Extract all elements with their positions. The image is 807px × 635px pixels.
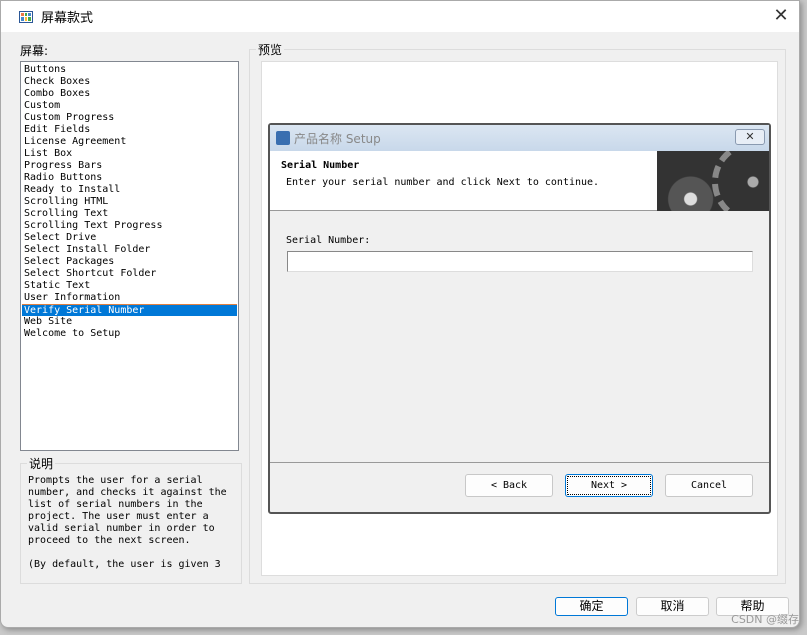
screens-listbox[interactable]: Buttons Check Boxes Combo Boxes Custom Custo… xyxy=(20,61,239,451)
close-icon[interactable]: ✕ xyxy=(769,5,793,27)
gears-image xyxy=(657,151,769,211)
divider xyxy=(270,462,769,463)
back-button[interactable]: < Back xyxy=(465,474,553,497)
list-item[interactable]: Welcome to Setup xyxy=(22,328,237,340)
title-bar: 屏幕款式 ✕ xyxy=(1,1,799,32)
setup-title: 产品名称 Setup xyxy=(294,131,381,146)
setup-title-bar: 产品名称 Setup ✕ xyxy=(270,125,769,151)
list-item[interactable]: Verify Serial Number xyxy=(22,304,237,316)
serial-number-input[interactable] xyxy=(287,251,753,272)
list-item[interactable]: User Information xyxy=(22,292,237,304)
list-item[interactable]: Custom Progress xyxy=(22,112,237,124)
setup-subheading: Enter your serial number and click Next … xyxy=(286,177,600,188)
list-item[interactable]: Web Site xyxy=(22,316,237,328)
list-item[interactable]: Scrolling HTML xyxy=(22,196,237,208)
setup-close-button[interactable]: ✕ xyxy=(735,129,765,145)
list-item[interactable]: License Agreement xyxy=(22,136,237,148)
setup-banner: Serial Number Enter your serial number a… xyxy=(270,151,769,211)
setup-heading: Serial Number xyxy=(281,160,360,171)
serial-number-label: Serial Number: xyxy=(286,235,371,246)
screen-style-dialog: 屏幕款式 ✕ 屏幕: Buttons Check Boxes Combo Boxes… xyxy=(0,0,800,628)
list-item[interactable]: List Box xyxy=(22,148,237,160)
list-item[interactable]: Select Shortcut Folder xyxy=(22,268,237,280)
list-item[interactable]: Combo Boxes xyxy=(22,88,237,100)
list-item[interactable]: Ready to Install xyxy=(22,184,237,196)
list-item[interactable]: Check Boxes xyxy=(22,76,237,88)
list-item[interactable]: Radio Buttons xyxy=(22,172,237,184)
description-text: Prompts the user for a serial number, an… xyxy=(28,475,227,570)
list-item[interactable]: Select Install Folder xyxy=(22,244,237,256)
setup-icon xyxy=(276,131,290,145)
list-item[interactable]: Static Text xyxy=(22,280,237,292)
list-item[interactable]: Select Packages xyxy=(22,256,237,268)
list-item[interactable]: Select Drive xyxy=(22,232,237,244)
list-item[interactable]: Scrolling Text xyxy=(22,208,237,220)
list-item[interactable]: Buttons xyxy=(22,64,237,76)
list-item[interactable]: Scrolling Text Progress xyxy=(22,220,237,232)
cancel-button[interactable]: 取消 xyxy=(636,597,709,616)
setup-preview-dialog: 产品名称 Setup ✕ Serial Number Enter your se… xyxy=(268,123,771,514)
window-title: 屏幕款式 xyxy=(41,11,94,26)
screens-label: 屏幕: xyxy=(20,44,49,58)
description-label: 说明 xyxy=(27,455,56,472)
ok-button[interactable]: 确定 xyxy=(555,597,628,616)
cancel-setup-button[interactable]: Cancel xyxy=(665,474,753,497)
preview-label: 预览 xyxy=(256,41,285,58)
list-item[interactable]: Progress Bars xyxy=(22,160,237,172)
watermark: CSDN @缀存 xyxy=(731,613,799,626)
list-item[interactable]: Custom xyxy=(22,100,237,112)
app-icon xyxy=(19,10,33,23)
list-item[interactable]: Edit Fields xyxy=(22,124,237,136)
next-button[interactable]: Next > xyxy=(565,474,653,497)
